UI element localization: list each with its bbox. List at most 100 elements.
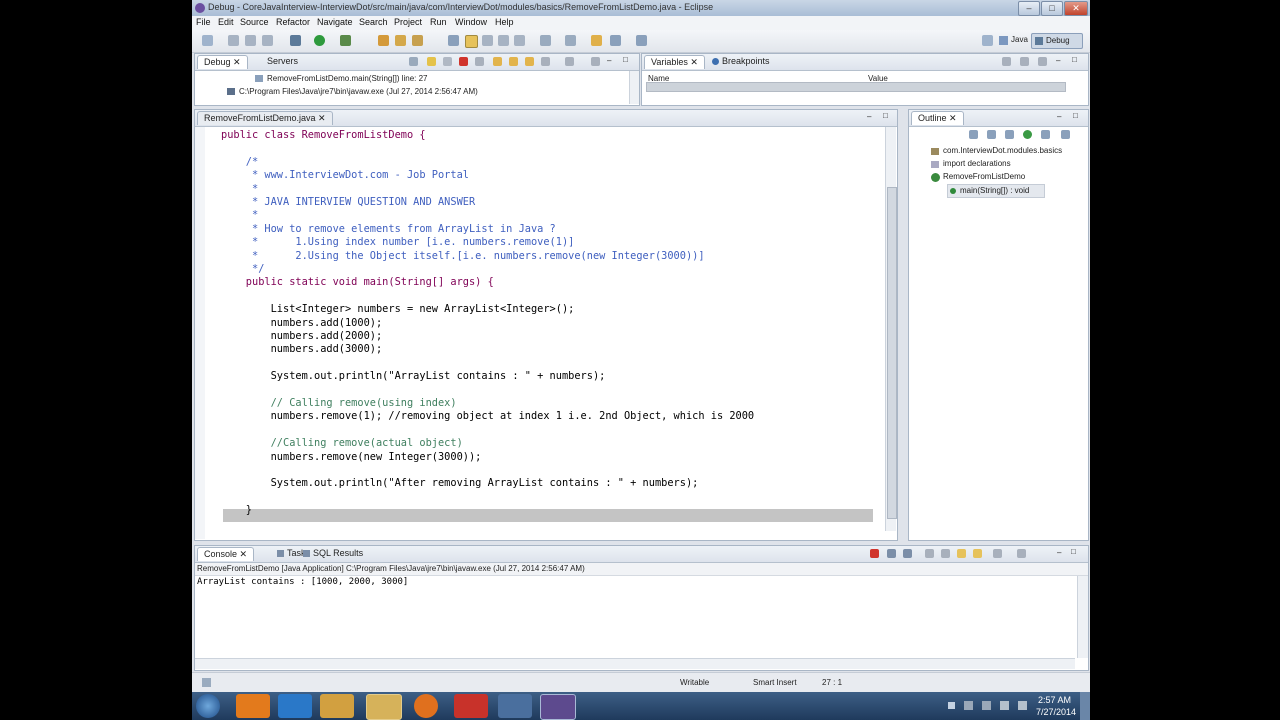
- maximize-outline-icon[interactable]: □: [1073, 111, 1078, 120]
- code-line[interactable]: numbers.remove(new Integer(3000));: [221, 451, 482, 464]
- close-button[interactable]: ✕: [1064, 1, 1088, 16]
- open-console-icon[interactable]: [1017, 549, 1026, 558]
- code-line[interactable]: //Calling remove(actual object): [221, 437, 463, 450]
- maximize-view-icon[interactable]: □: [623, 55, 628, 64]
- outline-item-class[interactable]: RemoveFromListDemo: [931, 172, 1081, 183]
- clear-console-icon[interactable]: [925, 549, 934, 558]
- menu-refactor[interactable]: Refactor: [276, 17, 310, 27]
- step-into-icon[interactable]: [493, 57, 502, 66]
- toggle-highlight-icon[interactable]: [465, 35, 478, 48]
- show-source-icon[interactable]: [514, 35, 525, 46]
- save-app-icon[interactable]: [498, 694, 532, 718]
- display-console-icon[interactable]: [993, 549, 1002, 558]
- toggle-mark-icon[interactable]: [448, 35, 459, 46]
- step-over-icon[interactable]: [509, 57, 518, 66]
- start-button[interactable]: [196, 694, 220, 718]
- collapse-all-icon[interactable]: [1038, 57, 1047, 66]
- disconnect-icon[interactable]: [475, 57, 484, 66]
- show-stdout-icon[interactable]: [957, 549, 966, 558]
- maximize-console-icon[interactable]: □: [1071, 547, 1076, 556]
- clock-date[interactable]: 7/27/2014: [1036, 707, 1076, 717]
- code-line[interactable]: List<Integer> numbers = new ArrayList<In…: [221, 303, 575, 316]
- console-remove-all-icon[interactable]: [903, 549, 912, 558]
- menu-project[interactable]: Project: [394, 17, 422, 27]
- maximize-button[interactable]: □: [1041, 1, 1063, 16]
- step-return-icon[interactable]: [525, 57, 534, 66]
- minimize-outline-icon[interactable]: –: [1057, 112, 1061, 121]
- variables-hscrollbar[interactable]: [646, 82, 1066, 92]
- debug-view-scrollbar[interactable]: [629, 71, 639, 104]
- console-hscrollbar[interactable]: [195, 658, 1075, 669]
- back-icon[interactable]: [610, 35, 621, 46]
- sort-icon[interactable]: [969, 130, 978, 139]
- process-row[interactable]: C:\Program Files\Java\jre7\bin\javaw.exe…: [227, 86, 527, 97]
- code-line[interactable]: public static void main(String[] args) {: [221, 276, 494, 289]
- filezilla-icon[interactable]: [454, 694, 488, 718]
- console-terminate-icon[interactable]: [870, 549, 879, 558]
- code-line[interactable]: public class RemoveFromListDemo {: [221, 130, 426, 142]
- code-line[interactable]: * JAVA INTERVIEW QUESTION AND ANSWER: [221, 196, 475, 209]
- code-text[interactable]: public class RemoveFromListDemo { /* * w…: [205, 130, 881, 515]
- tab-console[interactable]: Console ✕: [197, 547, 255, 561]
- tray-arrow-icon[interactable]: [948, 702, 955, 709]
- media-player-icon[interactable]: [320, 694, 354, 718]
- eclipse-taskbar-icon[interactable]: [540, 694, 576, 720]
- block-select-icon[interactable]: [482, 35, 493, 46]
- code-line[interactable]: // Calling remove(using index): [221, 397, 457, 410]
- menu-navigate[interactable]: Navigate: [317, 17, 353, 27]
- code-line[interactable]: *: [221, 209, 258, 222]
- internet-explorer-icon[interactable]: [278, 694, 312, 718]
- console-output[interactable]: ArrayList contains : [1000, 2000, 3000]: [197, 577, 408, 587]
- code-line[interactable]: * 2.Using the Object itself.[i.e. number…: [221, 250, 705, 263]
- open-perspective-icon[interactable]: [982, 35, 993, 46]
- perspective-java[interactable]: Java: [999, 34, 1029, 47]
- tab-removefromlistdemo[interactable]: RemoveFromListDemo.java ✕: [197, 111, 333, 125]
- code-line[interactable]: System.out.println("ArrayList contains :…: [221, 370, 606, 383]
- debug-icon[interactable]: [290, 35, 301, 46]
- code-line[interactable]: */: [221, 263, 264, 276]
- fast-view-icon[interactable]: [202, 678, 211, 687]
- clock-time[interactable]: 2:57 AM: [1038, 695, 1071, 705]
- tray-icon-2[interactable]: [982, 701, 991, 710]
- save-all-icon[interactable]: [245, 35, 256, 46]
- suspend-icon[interactable]: [443, 57, 452, 66]
- hide-fields-icon[interactable]: [987, 130, 996, 139]
- maximize-editor-icon[interactable]: □: [883, 111, 888, 120]
- whitespace-icon[interactable]: [498, 35, 509, 46]
- volume-icon[interactable]: [1018, 701, 1027, 710]
- console-vscrollbar[interactable]: [1077, 576, 1088, 658]
- code-line[interactable]: /*: [221, 156, 258, 169]
- code-line[interactable]: numbers.remove(1); //removing object at …: [221, 410, 755, 423]
- drop-to-frame-icon[interactable]: [541, 57, 550, 66]
- minimize-variables-icon[interactable]: –: [1056, 56, 1060, 65]
- tab-sql-results[interactable]: SQL Results: [303, 548, 363, 558]
- show-desktop-button[interactable]: [1080, 692, 1090, 720]
- code-line[interactable]: System.out.println("After removing Array…: [221, 477, 699, 490]
- save-icon[interactable]: [228, 35, 239, 46]
- minimize-button[interactable]: –: [1018, 1, 1040, 16]
- tray-icon-1[interactable]: [964, 701, 973, 710]
- new-icon[interactable]: [202, 35, 213, 46]
- perspective-debug[interactable]: Debug: [1031, 33, 1083, 49]
- tab-variables[interactable]: Variables ✕: [644, 55, 705, 69]
- code-line[interactable]: }: [221, 504, 252, 515]
- maximize-variables-icon[interactable]: □: [1072, 55, 1077, 64]
- outline-item-main[interactable]: main(String[]) : void: [947, 184, 1045, 198]
- firefox-icon[interactable]: [414, 694, 438, 718]
- open-task-icon[interactable]: [395, 35, 406, 46]
- file-explorer-icon[interactable]: [366, 694, 402, 720]
- tab-debug[interactable]: Debug ✕: [197, 55, 248, 69]
- code-line[interactable]: numbers.add(3000);: [221, 343, 383, 356]
- menu-run[interactable]: Run: [430, 17, 447, 27]
- open-type-icon[interactable]: [378, 35, 389, 46]
- resume-icon[interactable]: [427, 57, 436, 66]
- tab-servers[interactable]: Servers: [267, 56, 298, 66]
- console-remove-icon[interactable]: [887, 549, 896, 558]
- tab-breakpoints[interactable]: Breakpoints: [712, 56, 770, 66]
- prev-annotation-icon[interactable]: [565, 35, 576, 46]
- external-tools-icon[interactable]: [340, 35, 351, 46]
- tab-outline[interactable]: Outline ✕: [911, 111, 964, 125]
- minimize-view-icon[interactable]: –: [607, 56, 611, 65]
- outline-item-package[interactable]: com.InterviewDot.modules.basics: [931, 146, 1081, 157]
- show-logical-structure-icon[interactable]: [1020, 57, 1029, 66]
